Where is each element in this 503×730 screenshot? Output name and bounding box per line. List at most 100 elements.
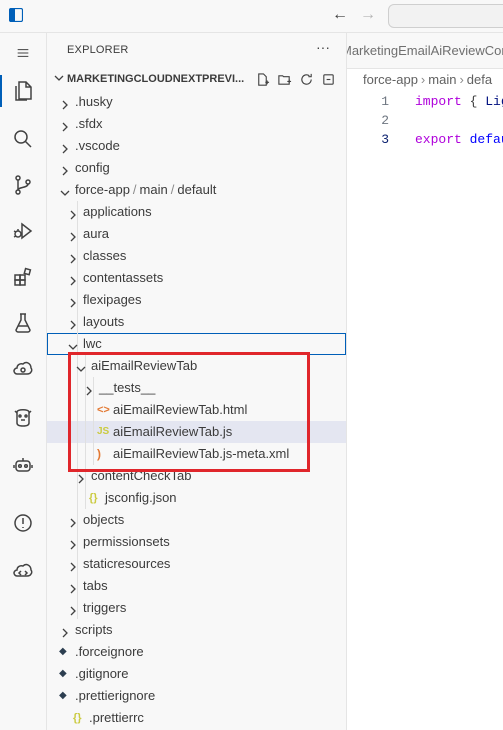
refresh-icon[interactable] <box>298 71 314 87</box>
tree-item-label: staticresources <box>83 556 171 571</box>
tree-item-label: .vscode <box>75 138 120 153</box>
search-icon[interactable] <box>0 119 46 159</box>
tree-item[interactable]: .husky <box>47 91 346 113</box>
forward-arrow-icon[interactable]: → <box>360 6 376 24</box>
chevron-right-icon[interactable] <box>67 316 79 330</box>
collapse-all-icon[interactable] <box>320 71 336 87</box>
breadcrumb-item[interactable]: main <box>428 72 456 87</box>
explorer-icon[interactable] <box>0 71 46 111</box>
tree-item-label: config <box>75 160 110 175</box>
tree-item-label: .husky <box>75 94 113 109</box>
chevron-right-icon[interactable] <box>67 558 79 572</box>
info-icon[interactable] <box>0 503 46 543</box>
chevron-right-icon[interactable] <box>59 624 71 638</box>
editor-area: MarketingEmailAiReviewContr force-app›ma… <box>347 33 503 730</box>
explorer-title: EXPLORER <box>67 44 129 56</box>
json-file-icon: {} <box>73 712 82 724</box>
code-text: export defau <box>415 130 503 149</box>
path-segment: default <box>177 182 217 197</box>
tree-item[interactable]: scripts <box>47 619 346 641</box>
source-control-icon[interactable] <box>0 165 46 205</box>
menu-icon[interactable] <box>0 33 46 73</box>
more-actions-icon[interactable]: ··· <box>316 39 330 55</box>
tree-item-label: .forceignore <box>75 644 144 659</box>
tree-item[interactable]: permissionsets <box>47 531 346 553</box>
tree-item[interactable]: tabs <box>47 575 346 597</box>
salesforce-org-icon[interactable] <box>0 349 46 389</box>
tree-item[interactable]: ◆ .gitignore <box>47 663 346 685</box>
command-center[interactable] <box>388 4 503 28</box>
code-text: import { Lig <box>415 92 503 111</box>
tree-item-label: force-app / main / default <box>75 179 216 201</box>
robot-icon[interactable] <box>0 445 46 485</box>
chevron-down-icon[interactable] <box>67 338 79 350</box>
tree-item[interactable]: objects <box>47 509 346 531</box>
path-separator: / <box>132 182 137 197</box>
tree-item[interactable]: config <box>47 157 346 179</box>
workspace-section-header[interactable]: MARKETINGCLOUDNEXTPREVI... <box>47 69 346 91</box>
breadcrumb-item[interactable]: force-app <box>363 72 418 87</box>
breadcrumb-item[interactable]: defa <box>467 72 492 87</box>
tree-item[interactable]: {} .prettierrc <box>47 707 346 729</box>
line-number: 2 <box>381 113 389 128</box>
back-arrow-icon[interactable]: ← <box>332 6 348 24</box>
chevron-right-icon[interactable] <box>67 250 79 264</box>
tree-item[interactable]: layouts <box>47 311 346 333</box>
tree-item[interactable]: classes <box>47 245 346 267</box>
chevron-right-icon[interactable] <box>67 272 79 286</box>
config-file-icon: ◆ <box>59 668 67 679</box>
salesforce-cloud-icon[interactable] <box>0 551 46 591</box>
code-keyword: defau <box>469 132 503 147</box>
json-file-icon: {} <box>89 492 98 504</box>
tree-item-label: scripts <box>75 622 113 637</box>
chevron-right-icon[interactable] <box>67 580 79 594</box>
chevron-right-icon[interactable] <box>67 536 79 550</box>
tree-item-label: .prettierignore <box>75 688 156 703</box>
tree-item[interactable]: .sfdx <box>47 113 346 135</box>
chevron-right-icon[interactable] <box>67 228 79 242</box>
line-number: 1 <box>381 94 389 109</box>
tree-item[interactable]: force-app / main / default <box>47 179 346 201</box>
tree-item-label: objects <box>83 512 125 527</box>
breadcrumb: force-app › main › defa <box>363 72 493 87</box>
chevron-right-icon[interactable] <box>59 162 71 176</box>
extensions-icon[interactable] <box>0 257 46 297</box>
tree-item[interactable]: triggers <box>47 597 346 619</box>
line-number: 3 <box>381 132 389 147</box>
config-file-icon: ◆ <box>59 646 67 657</box>
chevron-down-icon[interactable] <box>59 184 71 196</box>
code-identifier: Lig <box>485 94 503 109</box>
agent-icon[interactable] <box>0 397 46 437</box>
tree-item[interactable]: contentassets <box>47 267 346 289</box>
tree-item[interactable]: aura <box>47 223 346 245</box>
tree-item[interactable]: staticresources <box>47 553 346 575</box>
chevron-right-icon[interactable] <box>59 140 71 154</box>
chevron-right-icon[interactable] <box>67 294 79 308</box>
tree-item[interactable]: flexipages <box>47 289 346 311</box>
workspace-title: MARKETINGCLOUDNEXTPREVI... <box>67 73 245 85</box>
path-separator: / <box>170 182 175 197</box>
run-debug-icon[interactable] <box>0 211 46 251</box>
new-file-icon[interactable] <box>254 71 270 87</box>
chevron-right-icon[interactable] <box>59 96 71 110</box>
editor-tab[interactable]: MarketingEmailAiReviewContr <box>347 33 503 69</box>
config-file-icon: ◆ <box>59 690 67 701</box>
chevron-right-icon[interactable] <box>67 514 79 528</box>
tree-item[interactable]: {} jsconfig.json <box>47 487 346 509</box>
indent-guide <box>77 487 78 509</box>
code-view[interactable]: 1 import { Lig 2 3 export defau <box>347 92 503 149</box>
tree-item[interactable]: .vscode <box>47 135 346 157</box>
testing-icon[interactable] <box>0 303 46 343</box>
tree-item[interactable]: ◆ .prettierignore <box>47 685 346 707</box>
tree-item-label: .gitignore <box>75 666 129 681</box>
code-keyword: import <box>415 94 462 109</box>
chevron-right-icon[interactable] <box>67 602 79 616</box>
tree-item[interactable]: applications <box>47 201 346 223</box>
tree-item-label: applications <box>83 204 152 219</box>
chevron-right-icon[interactable] <box>67 206 79 220</box>
new-folder-icon[interactable] <box>276 71 292 87</box>
tree-item[interactable]: ◆ .forceignore <box>47 641 346 663</box>
tree-item-label: aura <box>83 226 110 241</box>
chevron-right-icon[interactable] <box>59 118 71 132</box>
vscode-layout-icon[interactable] <box>9 8 23 22</box>
